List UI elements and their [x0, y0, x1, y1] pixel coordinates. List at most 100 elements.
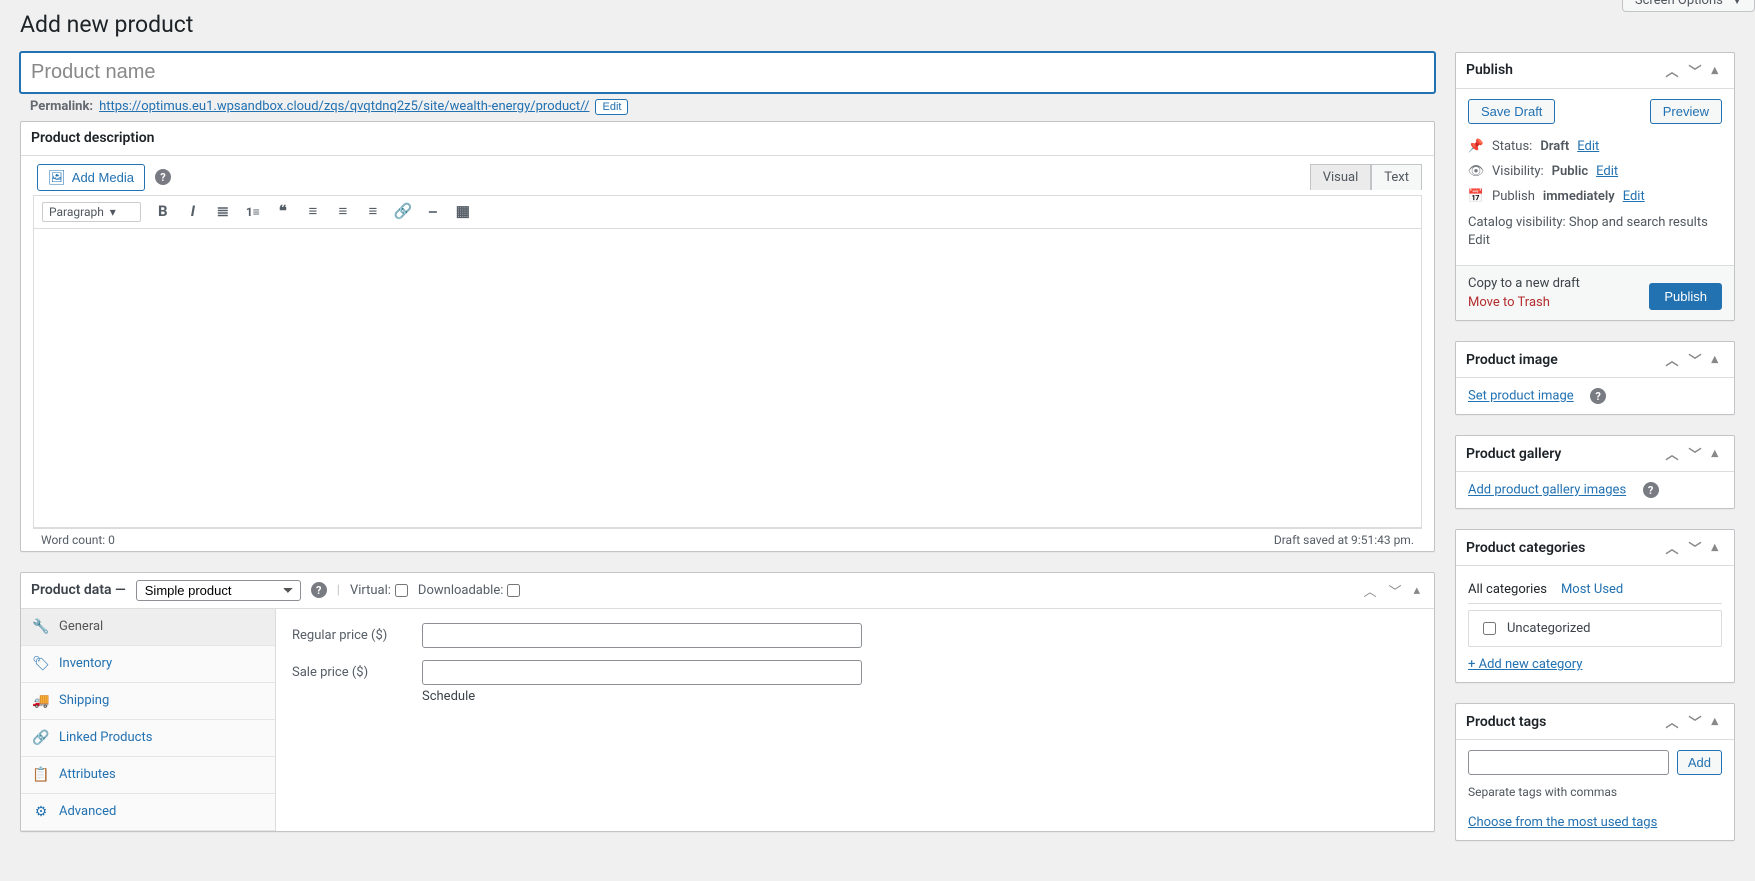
category-tab-all[interactable]: All categories	[1468, 576, 1547, 603]
link-icon[interactable]: 🔗	[391, 200, 415, 224]
pd-tab-shipping[interactable]: 🚚 Shipping	[21, 683, 275, 720]
move-to-trash-link[interactable]: Move to Trash	[1468, 295, 1580, 310]
tab-text[interactable]: Text	[1371, 164, 1422, 190]
sale-price-input[interactable]	[422, 660, 862, 685]
move-up-icon[interactable]: ︿	[1663, 708, 1680, 735]
category-tab-most-used[interactable]: Most Used	[1561, 576, 1623, 603]
move-down-icon[interactable]: ﹀	[1686, 440, 1703, 467]
category-item-uncategorized[interactable]: Uncategorized	[1479, 619, 1711, 638]
format-select[interactable]: Paragraph ▾	[42, 202, 141, 222]
tag-input[interactable]	[1468, 750, 1669, 775]
word-count: Word count: 0	[41, 533, 115, 547]
toggle-icon[interactable]: ▴	[1409, 581, 1424, 600]
visibility-edit[interactable]: Edit	[1596, 164, 1618, 179]
move-down-icon[interactable]: ﹀	[1686, 534, 1703, 561]
publish-title: Publish	[1466, 58, 1513, 82]
move-up-icon[interactable]: ︿	[1663, 57, 1680, 84]
pd-tab-general[interactable]: 🔧 General	[21, 609, 275, 646]
toggle-icon[interactable]: ▴	[1709, 710, 1720, 733]
pd-tab-linked[interactable]: 🔗 Linked Products	[21, 720, 275, 757]
toggle-icon[interactable]: ▴	[1709, 536, 1720, 559]
publish-time-value: immediately	[1543, 189, 1615, 204]
product-data-box: Product data — Simple product ? | Virtua…	[20, 572, 1435, 832]
align-center-icon[interactable]: ≡	[331, 200, 355, 224]
toggle-icon[interactable]: ▴	[1709, 348, 1720, 371]
category-checkbox-uncategorized[interactable]	[1483, 622, 1496, 635]
pd-tab-linked-label: Linked Products	[59, 730, 152, 745]
permalink-label: Permalink:	[30, 99, 93, 114]
tab-visual[interactable]: Visual	[1310, 164, 1372, 190]
set-product-image-link[interactable]: Set product image	[1468, 389, 1574, 404]
choose-used-tags-link[interactable]: Choose from the most used tags	[1468, 815, 1657, 830]
toggle-icon[interactable]: ▴	[1709, 442, 1720, 465]
add-media-label: Add Media	[72, 170, 134, 185]
pd-tab-attributes-label: Attributes	[59, 767, 116, 782]
product-gallery-title: Product gallery	[1466, 442, 1561, 466]
catalog-edit[interactable]: Edit	[1468, 233, 1490, 248]
add-new-category-link[interactable]: + Add new category	[1468, 657, 1582, 672]
downloadable-checkbox-label[interactable]: Downloadable:	[418, 583, 520, 598]
virtual-checkbox-label[interactable]: Virtual:	[350, 583, 408, 598]
editor-textarea[interactable]	[33, 228, 1422, 528]
downloadable-checkbox[interactable]	[507, 584, 520, 597]
move-up-icon[interactable]: ︿	[1663, 346, 1680, 373]
pd-tab-attributes[interactable]: 📋 Attributes	[21, 757, 275, 794]
virtual-label: Virtual:	[350, 583, 391, 598]
numbered-list-icon[interactable]: 1≡	[241, 200, 265, 224]
autosave-status: Draft saved at 9:51:43 pm.	[1274, 533, 1414, 547]
pd-tab-advanced-label: Advanced	[59, 804, 116, 819]
downloadable-label: Downloadable:	[418, 583, 503, 598]
regular-price-input[interactable]	[422, 623, 862, 648]
move-down-icon[interactable]: ﹀	[1686, 708, 1703, 735]
help-icon[interactable]: ?	[155, 169, 171, 185]
align-left-icon[interactable]: ≡	[301, 200, 325, 224]
permalink-url[interactable]: https://optimus.eu1.wpsandbox.cloud/zqs/…	[99, 99, 589, 114]
add-tag-button[interactable]: Add	[1677, 750, 1722, 775]
bullet-list-icon[interactable]: ≣	[211, 200, 235, 224]
move-up-icon[interactable]: ︿	[1359, 579, 1380, 602]
status-edit[interactable]: Edit	[1577, 139, 1599, 154]
move-up-icon[interactable]: ︿	[1663, 440, 1680, 467]
preview-button[interactable]: Preview	[1650, 99, 1722, 124]
move-down-icon[interactable]: ﹀	[1686, 346, 1703, 373]
regular-price-label: Regular price ($)	[292, 628, 422, 643]
product-name-input[interactable]	[20, 52, 1435, 93]
schedule-link[interactable]: Schedule	[422, 689, 475, 704]
screen-options-button[interactable]: Screen Options ▼	[1622, 0, 1755, 12]
insert-more-icon[interactable]: ⎯	[421, 200, 445, 224]
editor-toolbar: Paragraph ▾ B I ≣ 1≡ ❝ ≡ ≡ ≡ 🔗 ⎯ ▦	[33, 195, 1422, 228]
visibility-label: Visibility:	[1492, 164, 1544, 179]
toolbar-toggle-icon[interactable]: ▦	[451, 200, 475, 224]
help-icon[interactable]: ?	[1590, 388, 1606, 404]
move-up-icon[interactable]: ︿	[1663, 534, 1680, 561]
permalink-edit-button[interactable]: Edit	[595, 99, 628, 115]
eye-icon: 👁	[1468, 164, 1484, 179]
bold-icon[interactable]: B	[151, 200, 175, 224]
virtual-checkbox[interactable]	[395, 584, 408, 597]
save-draft-button[interactable]: Save Draft	[1468, 99, 1555, 124]
move-down-icon[interactable]: ﹀	[1384, 579, 1405, 602]
add-gallery-images-link[interactable]: Add product gallery images	[1468, 483, 1626, 498]
catalog-label: Catalog visibility:	[1468, 215, 1566, 230]
status-value: Draft	[1540, 139, 1569, 154]
blockquote-icon[interactable]: ❝	[271, 200, 295, 224]
pd-tab-inventory[interactable]: 🏷 Inventory	[21, 646, 275, 683]
pd-tab-advanced[interactable]: ⚙ Advanced	[21, 794, 275, 831]
help-icon[interactable]: ?	[311, 582, 327, 598]
product-tags-box: Product tags ︿ ﹀ ▴ Add Separate tags wit…	[1455, 703, 1735, 841]
publish-button[interactable]: Publish	[1649, 283, 1722, 310]
help-icon[interactable]: ?	[1643, 482, 1659, 498]
align-right-icon[interactable]: ≡	[361, 200, 385, 224]
visibility-value: Public	[1552, 164, 1588, 179]
add-media-button[interactable]: 🖼 Add Media	[37, 164, 145, 191]
wrench-icon: 🔧	[33, 619, 49, 635]
product-type-select[interactable]: Simple product	[136, 580, 301, 601]
copy-draft-link[interactable]: Copy to a new draft	[1468, 276, 1580, 291]
italic-icon[interactable]: I	[181, 200, 205, 224]
page-title: Add new product	[20, 10, 1735, 40]
gear-icon: ⚙	[33, 804, 49, 820]
toggle-icon[interactable]: ▴	[1709, 59, 1720, 82]
move-down-icon[interactable]: ﹀	[1686, 57, 1703, 84]
publish-time-edit[interactable]: Edit	[1623, 189, 1645, 204]
status-label: Status:	[1492, 139, 1532, 154]
